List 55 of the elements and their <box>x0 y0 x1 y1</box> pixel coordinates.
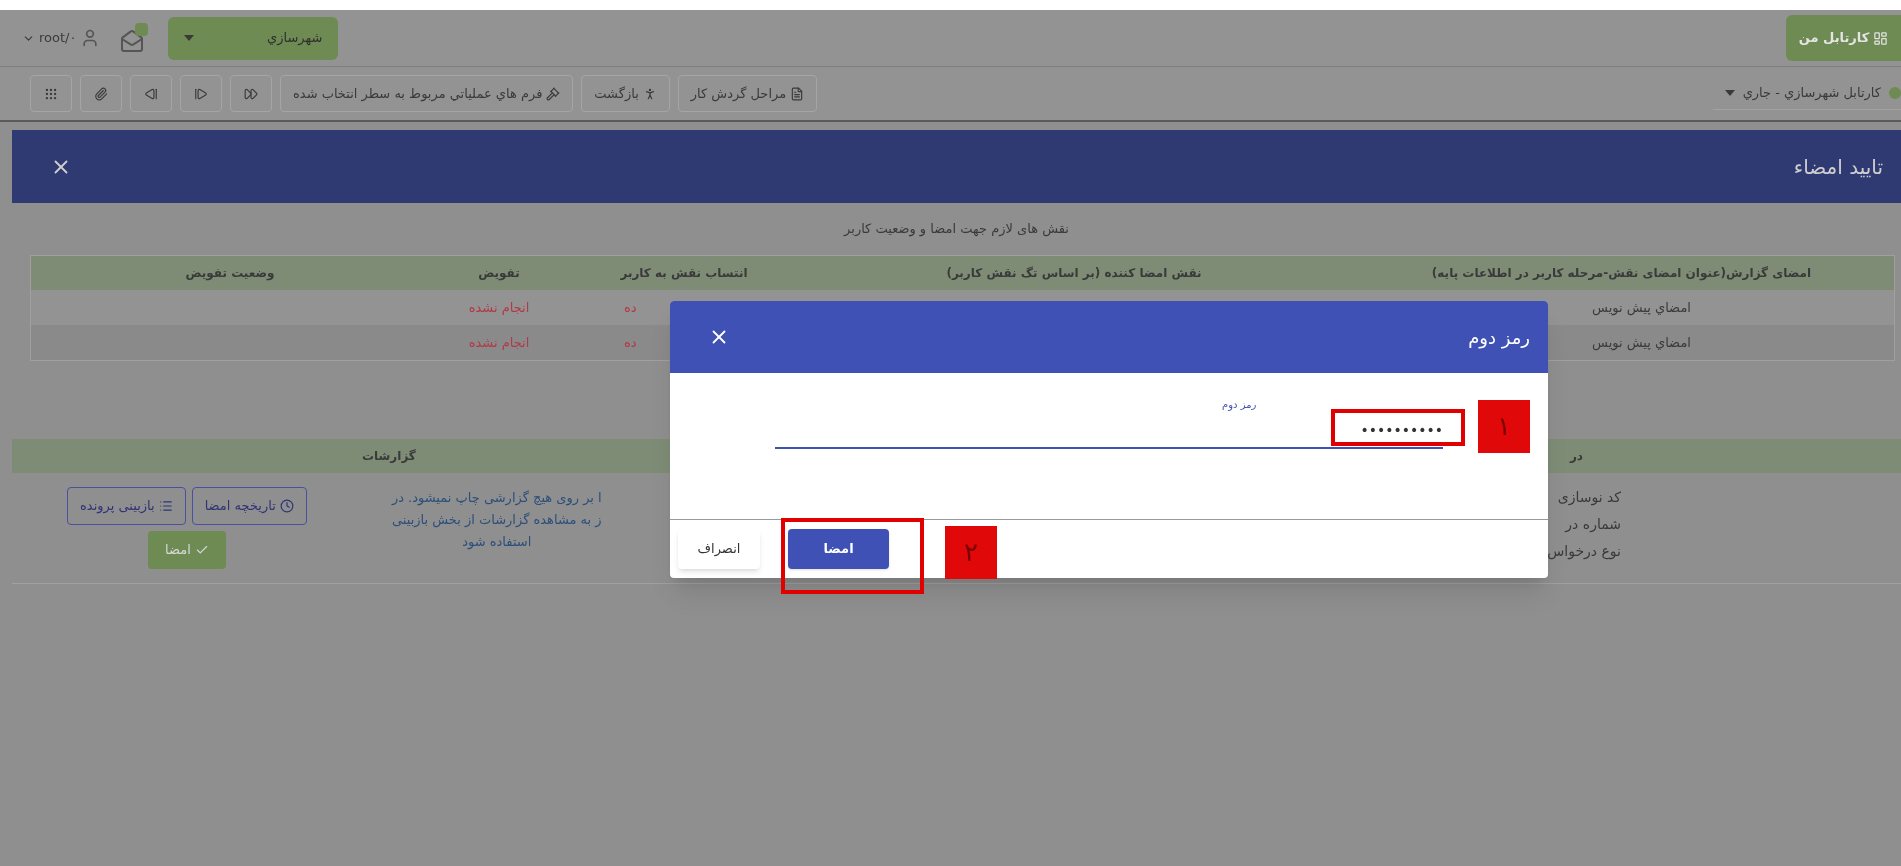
fast-forward-icon <box>244 86 258 101</box>
password-field[interactable]: •••••••••• <box>775 413 1443 449</box>
gavel-icon <box>546 86 561 101</box>
clock-icon <box>279 499 294 513</box>
user-menu[interactable]: root/۰ <box>22 28 77 48</box>
section-header: در <box>1569 448 1583 465</box>
grid-dots-icon <box>44 86 58 101</box>
report-button[interactable]: تاریخچه امضا <box>191 487 307 525</box>
detail-label: نوع درخواس <box>1547 542 1621 562</box>
cancel-button[interactable]: انصراف <box>678 529 760 569</box>
column-header: نقش امضا کننده (بر اساس تگ نقش کاربر) <box>945 265 1203 282</box>
unit-select[interactable]: شهرسازي <box>168 16 339 60</box>
caret-icon <box>184 35 195 41</box>
check-icon <box>194 543 209 557</box>
toolbar-icon-button[interactable] <box>30 75 72 112</box>
envelope-icon[interactable] <box>120 23 149 53</box>
list-icon <box>158 499 173 513</box>
toolbar-button[interactable]: فرم هاي عملياتي مربوط به سطر انتخاب شده <box>280 75 574 112</box>
table-cell-text: ده <box>624 333 637 352</box>
detail-label: شماره در <box>1563 515 1621 535</box>
roles-caption: نقش های لازم جهت امضا و وضعیت کاربر <box>844 220 1069 239</box>
skip-start-icon <box>144 86 158 101</box>
section-header: گزارشات <box>362 448 416 465</box>
detail-label: کد نوسازی <box>1556 488 1621 508</box>
column-header: وضعیت تفویض <box>184 265 276 282</box>
panel-title: تایید امضاء <box>1793 153 1883 181</box>
sign-button[interactable]: امضا <box>788 529 889 569</box>
table-cell-text: امضاي پيش نويس <box>1592 298 1691 318</box>
toolbar-icon-button[interactable] <box>180 75 222 112</box>
caret-icon <box>1724 90 1735 96</box>
document-icon <box>790 86 805 101</box>
table-cell-text: ده <box>624 298 637 317</box>
toolbar-icon-button[interactable] <box>80 75 122 112</box>
dialog-title: رمز دوم <box>1468 325 1530 351</box>
field-label: رمز دوم <box>1222 398 1257 412</box>
my-cartable-button[interactable]: کارتابل من <box>1786 15 1901 61</box>
column-header: امضای گزارش(عنوان امضای نقش-مرحله کاربر در اطلاعات پایه) <box>1430 265 1813 282</box>
sign-button[interactable]: امضا <box>147 531 226 569</box>
dashboard-icon <box>1873 30 1889 46</box>
cartable-select[interactable]: کارتابل شهرسازي - جاري <box>1712 77 1901 110</box>
paperclip-icon <box>94 86 108 101</box>
toolbar-button[interactable]: بازگشت <box>581 75 670 112</box>
report-button[interactable]: بازبینی پرونده <box>67 487 186 525</box>
skip-end-icon <box>194 86 208 101</box>
table-cell-text: امضاي پيش نويس <box>1592 333 1691 353</box>
column-header: تفویض <box>477 265 521 282</box>
toolbar-icon-button[interactable] <box>130 75 172 112</box>
step-number: ۲ <box>945 526 997 579</box>
toolbar-button[interactable]: مراحل گردش کار <box>677 75 818 112</box>
table-cell-text: انجام نشده <box>468 298 530 317</box>
note-text: ا بر روی هیچ گزارشی چاپ نمیشود. در ز به مشاهده گزارشات از بخش بازبینی استفاده شود <box>390 489 603 552</box>
table-cell-text: انجام نشده <box>468 333 530 352</box>
column-header: انتساب نقش به کاربر <box>619 265 749 282</box>
step-number: ۱ <box>1478 400 1530 453</box>
toolbar-icon-button[interactable] <box>230 75 272 112</box>
